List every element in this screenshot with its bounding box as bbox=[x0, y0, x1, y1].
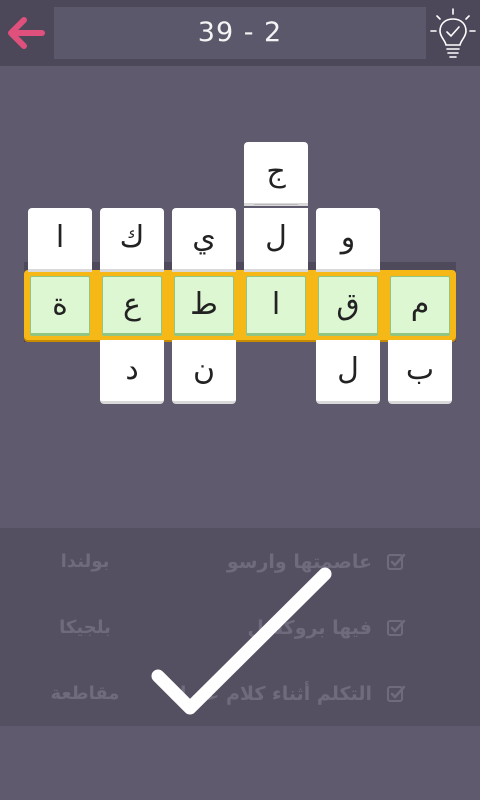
top-bar: 39 - 2 bbox=[0, 0, 480, 66]
clue-answer: بلجيكا bbox=[59, 617, 111, 638]
large-checkmark-icon bbox=[151, 567, 332, 715]
letter-tile[interactable]: و bbox=[316, 208, 380, 272]
answer-letter-tile[interactable]: ق bbox=[318, 276, 378, 336]
answer-letter-tile[interactable]: ا bbox=[246, 276, 306, 336]
level-indicator: 39 - 2 bbox=[54, 7, 426, 59]
letter-tile[interactable]: ب bbox=[388, 340, 452, 404]
checkbox-checked-icon bbox=[387, 685, 406, 702]
letter-tile[interactable]: ل bbox=[244, 208, 308, 272]
letter-tile[interactable]: ك bbox=[100, 208, 164, 272]
answer-letter-tile[interactable]: ط bbox=[174, 276, 234, 336]
hint-button[interactable] bbox=[428, 7, 478, 63]
answer-letter-tile[interactable]: ة bbox=[30, 276, 90, 336]
letter-tile[interactable]: ن bbox=[172, 340, 236, 404]
letter-tile[interactable]: د bbox=[100, 340, 164, 404]
letter-tile[interactable]: ي bbox=[172, 208, 236, 272]
answer-letter-tile[interactable]: م bbox=[390, 276, 450, 336]
back-button[interactable] bbox=[4, 12, 48, 56]
clue-answer: مقاطعة bbox=[50, 683, 120, 704]
back-arrow-icon bbox=[8, 17, 45, 49]
letter-tile[interactable]: ل bbox=[316, 340, 380, 404]
clue-answer: بولندا bbox=[60, 551, 110, 572]
letter-tile[interactable]: ج bbox=[244, 142, 308, 206]
lightbulb-check-icon bbox=[430, 8, 476, 58]
checkbox-checked-icon bbox=[387, 553, 406, 570]
answer-letter-tile[interactable]: ع bbox=[102, 276, 162, 336]
letter-tile[interactable]: ا bbox=[28, 208, 92, 272]
checkbox-checked-icon bbox=[387, 619, 406, 636]
